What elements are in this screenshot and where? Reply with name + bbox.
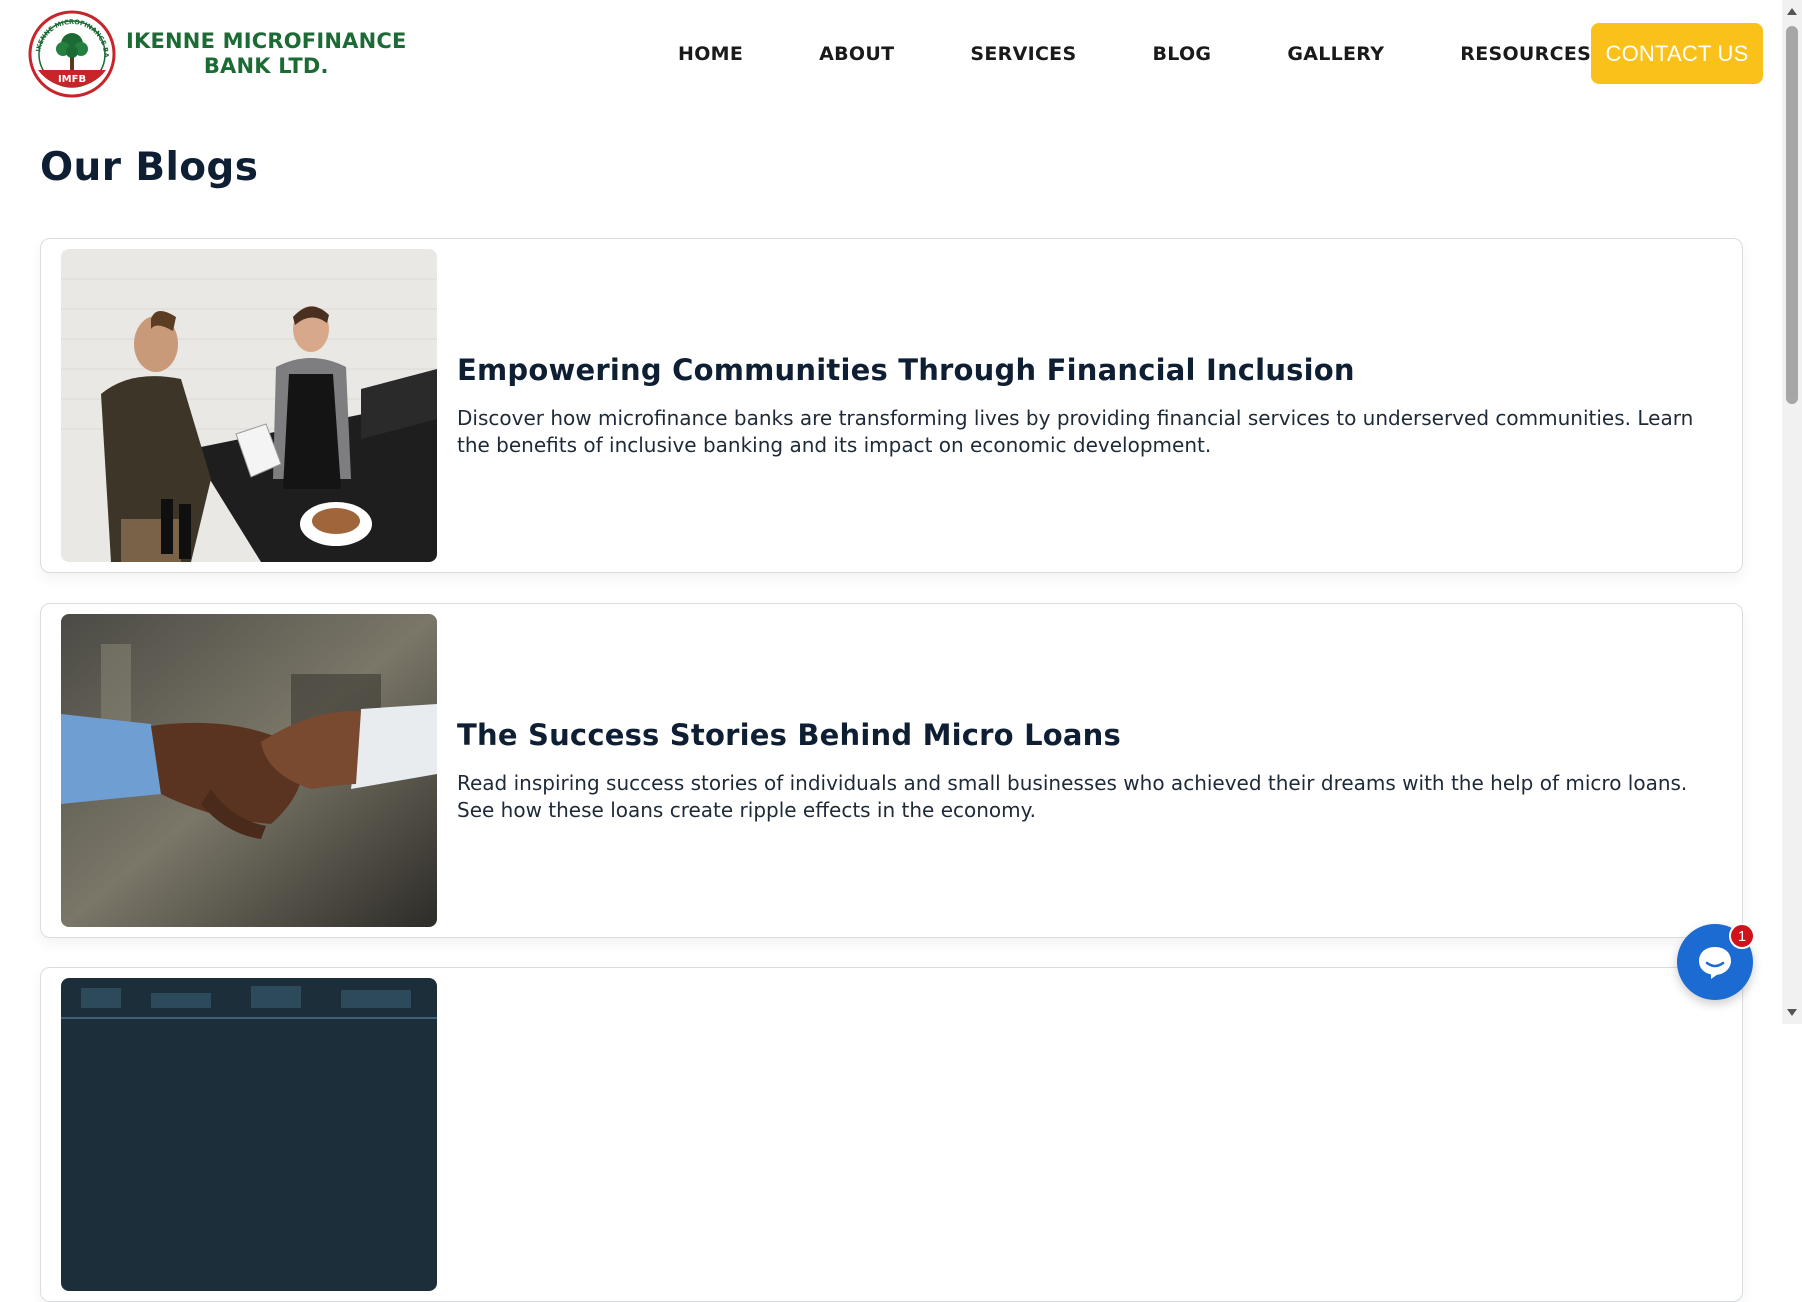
blog-card-body xyxy=(457,968,1712,1301)
nav-services[interactable]: SERVICES xyxy=(932,43,1114,65)
blog-card[interactable]: Empowering Communities Through Financial… xyxy=(40,238,1743,573)
scroll-down-arrow-icon[interactable] xyxy=(1787,1009,1797,1016)
scroll-thumb[interactable] xyxy=(1786,26,1798,404)
nav-home[interactable]: HOME xyxy=(640,43,781,65)
brand-name: IKENNE MICROFINANCE BANK LTD. xyxy=(126,29,407,79)
brand-name-line2: BANK LTD. xyxy=(203,54,329,78)
cafe-payment-photo xyxy=(61,249,437,562)
blog-card-image[interactable] xyxy=(61,249,437,562)
blog-card-title[interactable]: Empowering Communities Through Financial… xyxy=(457,353,1712,387)
blog-card[interactable] xyxy=(40,967,1743,1302)
page-title: Our Blogs xyxy=(40,145,259,190)
chat-bubble-icon xyxy=(1699,947,1731,979)
imfb-seal-icon: IKENNE MICROFINANCE BANK LTD IMFB xyxy=(28,10,116,98)
blog-card-image[interactable] xyxy=(61,978,437,1291)
site-header: IKENNE MICROFINANCE BANK LTD IMFB IKENNE… xyxy=(0,0,1782,108)
brand-name-line1: IKENNE MICROFINANCE xyxy=(126,29,407,53)
chat-unread-badge: 1 xyxy=(1729,923,1755,949)
blog-card-image[interactable] xyxy=(61,614,437,927)
blog-card-body: The Success Stories Behind Micro Loans R… xyxy=(457,604,1712,937)
handshake-photo xyxy=(61,614,437,927)
nav-blog[interactable]: BLOG xyxy=(1114,43,1249,65)
blog-card[interactable]: The Success Stories Behind Micro Loans R… xyxy=(40,603,1743,938)
main-nav: HOME ABOUT SERVICES BLOG GALLERY RESOURC… xyxy=(640,24,1629,84)
contact-us-button[interactable]: CONTACT US xyxy=(1591,23,1763,84)
blog-card-excerpt: Read inspiring success stories of indivi… xyxy=(457,770,1688,822)
scroll-up-arrow-icon[interactable] xyxy=(1787,8,1797,15)
blog-card-body: Empowering Communities Through Financial… xyxy=(457,239,1712,572)
nav-about[interactable]: ABOUT xyxy=(781,43,932,65)
brand-logo[interactable]: IKENNE MICROFINANCE BANK LTD IMFB IKENNE… xyxy=(28,10,406,98)
blog-card-title[interactable]: The Success Stories Behind Micro Loans xyxy=(457,718,1712,752)
nav-gallery[interactable]: GALLERY xyxy=(1249,43,1422,65)
circuit-board-photo xyxy=(61,978,437,1291)
blog-card-excerpt: Discover how microfinance banks are tran… xyxy=(457,405,1694,457)
svg-text:IMFB: IMFB xyxy=(58,74,86,85)
page-scrollbar[interactable] xyxy=(1782,0,1802,1024)
